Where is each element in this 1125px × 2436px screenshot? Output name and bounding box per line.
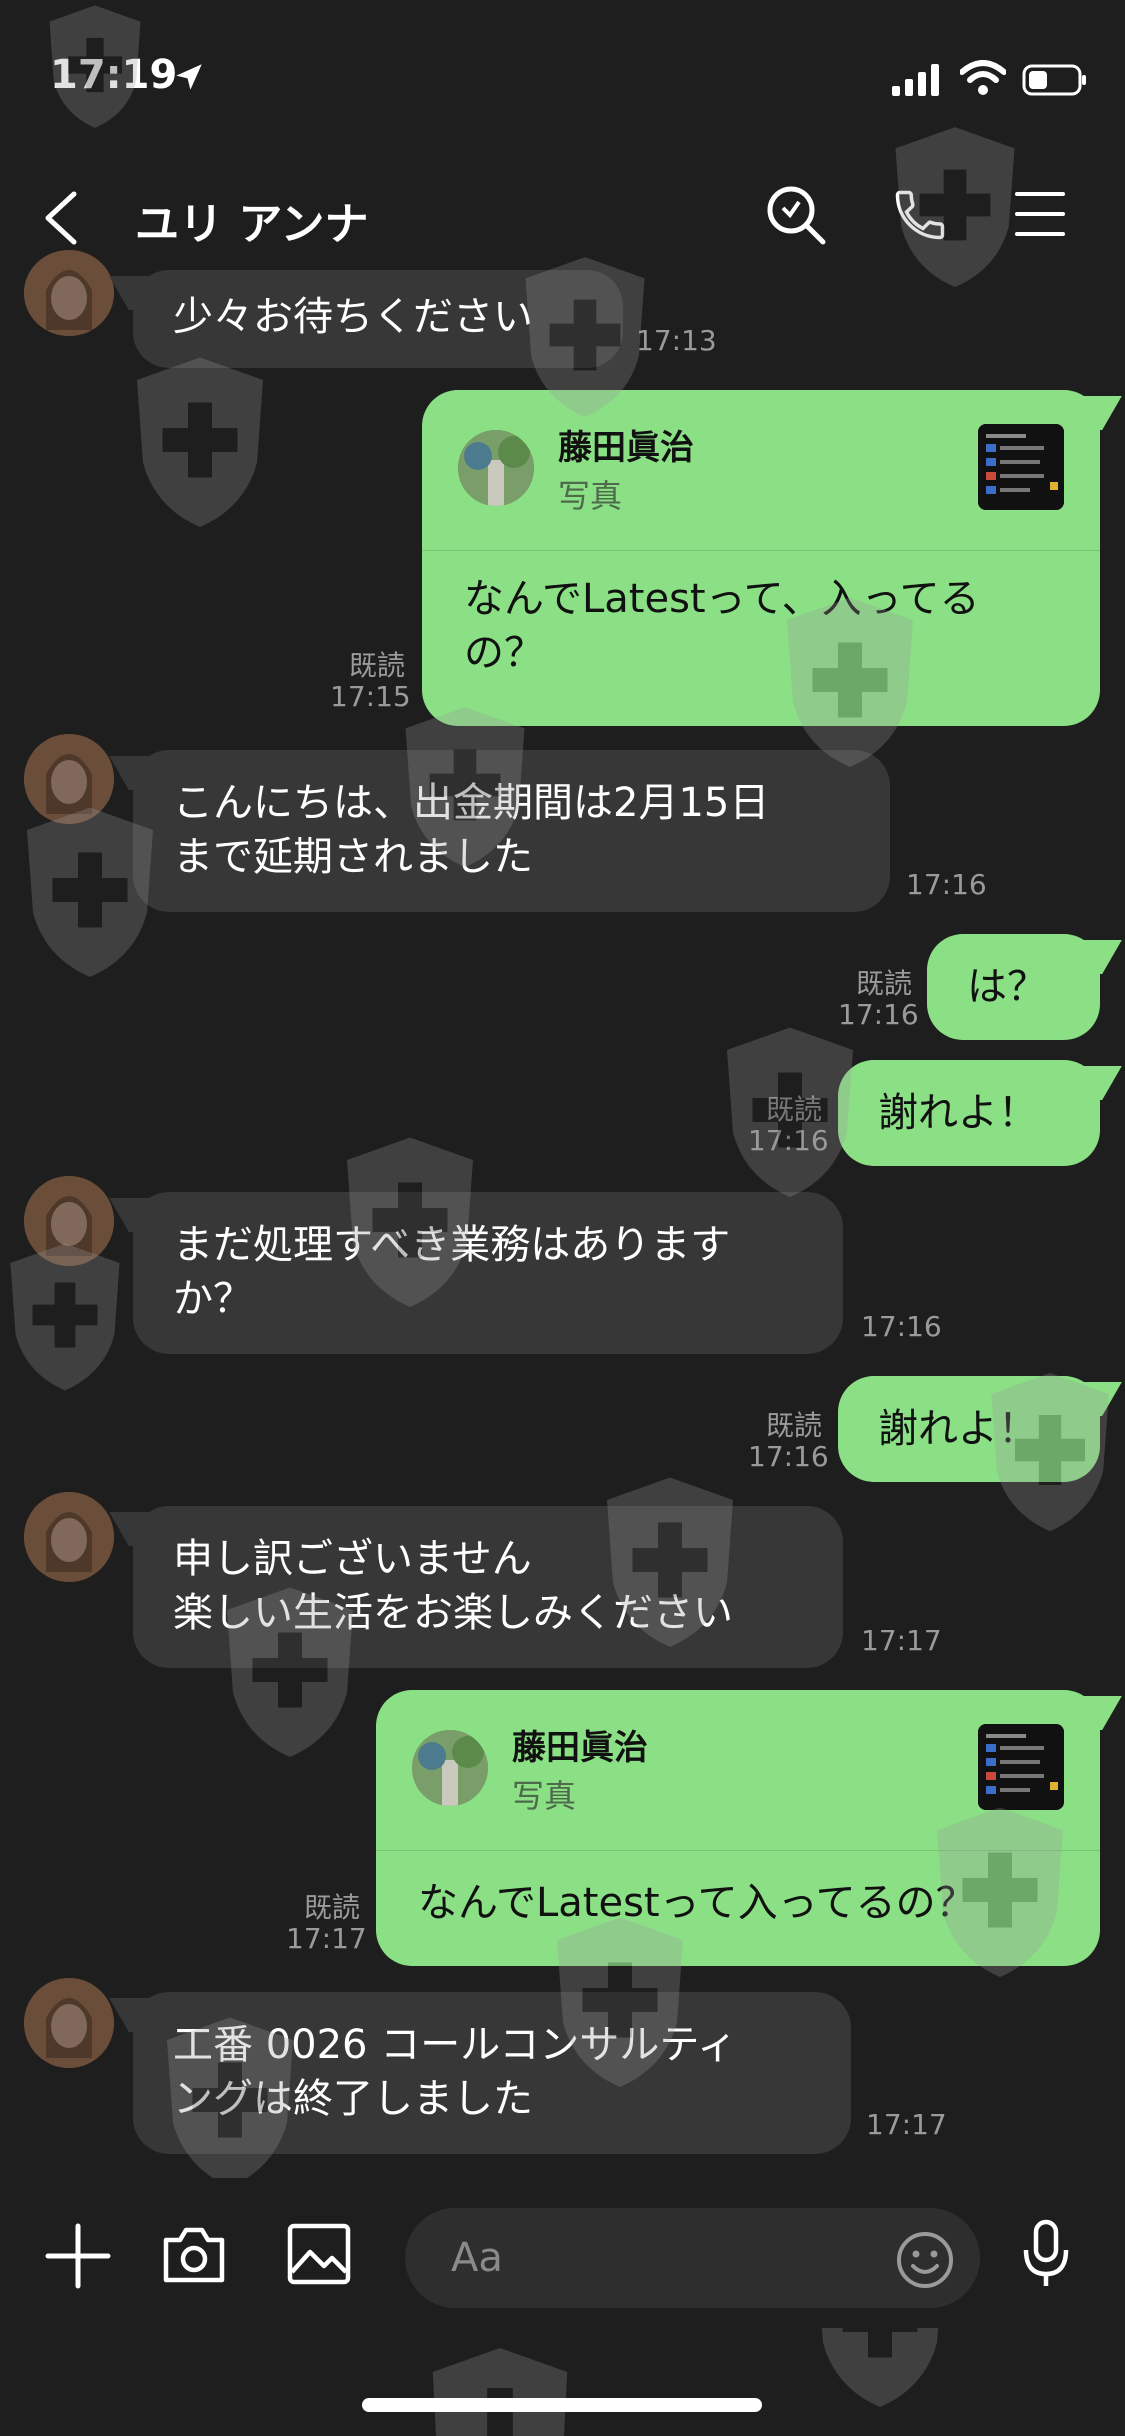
avatar[interactable] bbox=[24, 250, 114, 336]
message-text: 申し訳ございません 楽しい生活をお楽しみください bbox=[173, 1536, 733, 1636]
chat-header: ユリ アンナ bbox=[0, 150, 1125, 280]
message-input[interactable]: Aa bbox=[405, 2208, 980, 2308]
read-receipt: 既読 bbox=[855, 967, 912, 1000]
reply-name: 藤田眞治 bbox=[512, 1728, 648, 1768]
input-bar: Aa bbox=[0, 2178, 1125, 2328]
reply-subtitle: 写真 bbox=[558, 477, 623, 515]
search-icon[interactable] bbox=[765, 184, 827, 246]
back-icon[interactable] bbox=[40, 190, 84, 246]
message-bubble[interactable]: は？ bbox=[927, 934, 1100, 1040]
read-receipt: 既読 bbox=[348, 649, 405, 682]
mic-icon[interactable] bbox=[1020, 2218, 1072, 2290]
message-time: 17:16 bbox=[861, 1310, 942, 1343]
reply-message-bubble[interactable]: 藤田眞治 写真 なんでLatestって入ってるの？ bbox=[376, 1690, 1100, 1966]
emoji-icon[interactable] bbox=[895, 2230, 955, 2290]
message-bubble[interactable]: 工番 0026 コールコンサルティ ングは終了しました bbox=[133, 1992, 851, 2154]
status-time: 17:19 bbox=[50, 52, 178, 98]
message-text: 謝れよ！ bbox=[878, 1406, 1038, 1452]
message-text: こんにちは、出金期間は2月15日 まで延期されました bbox=[173, 780, 770, 880]
home-indicator[interactable] bbox=[362, 2398, 762, 2412]
reply-thumbnail bbox=[978, 1724, 1064, 1810]
message-text: 工番 0026 コールコンサルティ ングは終了しました bbox=[173, 2022, 738, 2122]
read-receipt: 既読 bbox=[765, 1093, 822, 1126]
plus-icon[interactable] bbox=[44, 2222, 112, 2290]
reply-avatar bbox=[458, 430, 534, 506]
shield-watermark-icon bbox=[432, 2348, 568, 2436]
message-bubble[interactable]: まだ処理すべき業務はありますか？ bbox=[133, 1192, 843, 1354]
menu-icon[interactable] bbox=[1015, 190, 1065, 238]
location-arrow-icon bbox=[176, 64, 202, 90]
message-bubble[interactable]: こんにちは、出金期間は2月15日 まで延期されました bbox=[133, 750, 890, 912]
avatar[interactable] bbox=[24, 1492, 114, 1582]
reply-name: 藤田眞治 bbox=[558, 428, 694, 468]
status-bar: 17:19 bbox=[0, 0, 1125, 150]
message-time: 17:16 bbox=[906, 868, 987, 901]
avatar[interactable] bbox=[24, 1978, 114, 2068]
reply-message-bubble[interactable]: 藤田眞治 写真 なんでLatestって、入ってる の？ bbox=[422, 390, 1100, 726]
message-text: まだ処理すべき業務はありますか？ bbox=[173, 1222, 731, 1322]
wifi-icon bbox=[960, 60, 1006, 95]
chat-title: ユリ アンナ bbox=[135, 199, 369, 250]
message-time: 17:17 bbox=[861, 1624, 942, 1657]
reply-thumbnail bbox=[978, 424, 1064, 510]
message-text: は？ bbox=[967, 964, 1047, 1010]
signal-icon bbox=[892, 64, 939, 96]
message-text: なんでLatestって、入ってる の？ bbox=[464, 576, 980, 676]
battery-icon bbox=[1022, 64, 1086, 96]
message-text: 謝れよ！ bbox=[878, 1090, 1038, 1136]
message-time: 17:15 bbox=[330, 680, 411, 713]
message-time: 17:16 bbox=[748, 1124, 829, 1157]
message-time: 17:13 bbox=[636, 324, 717, 357]
message-time: 17:16 bbox=[838, 998, 919, 1031]
shield-watermark-icon bbox=[137, 357, 263, 527]
image-icon[interactable] bbox=[286, 2222, 352, 2286]
reply-avatar bbox=[412, 1730, 488, 1806]
message-time: 17:16 bbox=[748, 1440, 829, 1473]
camera-icon[interactable] bbox=[160, 2222, 228, 2286]
message-text: なんでLatestって入ってるの？ bbox=[418, 1880, 976, 1926]
message-bubble[interactable]: 謝れよ！ bbox=[838, 1376, 1100, 1482]
reply-preview[interactable]: 藤田眞治 写真 bbox=[422, 390, 1100, 551]
reply-subtitle: 写真 bbox=[512, 1777, 577, 1815]
message-input-placeholder: Aa bbox=[451, 2235, 503, 2281]
avatar[interactable] bbox=[24, 734, 114, 824]
message-bubble[interactable]: 申し訳ございません 楽しい生活をお楽しみください bbox=[133, 1506, 843, 1668]
read-receipt: 既読 bbox=[765, 1409, 822, 1442]
phone-icon[interactable] bbox=[890, 184, 950, 246]
message-time: 17:17 bbox=[866, 2108, 947, 2141]
message-bubble[interactable]: 少々お待ちください bbox=[133, 270, 623, 368]
message-text: 少々お待ちください bbox=[173, 294, 533, 340]
message-time: 17:17 bbox=[286, 1922, 367, 1955]
message-bubble[interactable]: 謝れよ！ bbox=[838, 1060, 1100, 1166]
avatar[interactable] bbox=[24, 1176, 114, 1266]
reply-preview[interactable]: 藤田眞治 写真 bbox=[376, 1690, 1100, 1851]
read-receipt: 既読 bbox=[303, 1891, 360, 1924]
